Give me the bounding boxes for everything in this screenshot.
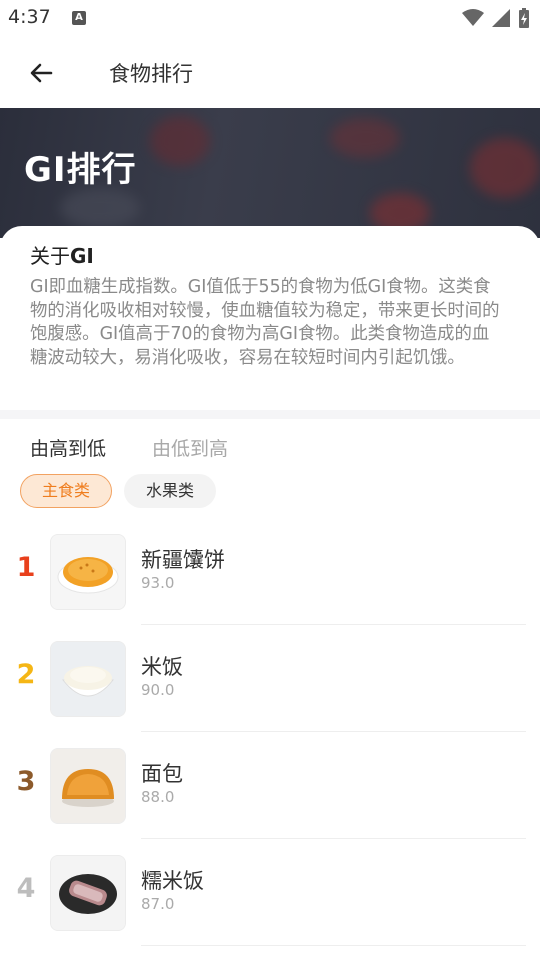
back-arrow-icon[interactable]	[26, 58, 56, 88]
section-divider	[0, 410, 540, 419]
sort-high-to-low-tab[interactable]: 由高到低	[30, 434, 106, 461]
hero-decoration	[330, 118, 400, 158]
rank-number: 1	[16, 552, 36, 583]
row-divider	[141, 731, 526, 732]
row-divider	[141, 945, 526, 946]
row-divider	[141, 838, 526, 839]
row-divider	[141, 624, 526, 625]
rank-number: 4	[16, 873, 36, 904]
list-item[interactable]: 1 新疆馕饼 93.0	[0, 534, 540, 641]
status-icons	[462, 8, 530, 28]
list-item[interactable]: 4 糯米饭 87.0	[0, 855, 540, 962]
about-gi-card: 关于GI GI即血糖生成指数。GI值低于55的食物为低GI食物。这类食物的消化吸…	[0, 226, 540, 412]
status-time: 4:37	[8, 6, 51, 28]
battery-charging-icon	[519, 8, 529, 28]
rice-bowl-image	[50, 641, 126, 717]
food-name: 面包	[141, 762, 183, 786]
category-chip-staple[interactable]: 主食类	[20, 474, 112, 508]
wifi-icon	[462, 9, 484, 26]
hero-title: GI排行	[24, 150, 137, 190]
app-bar: 食物排行	[0, 36, 540, 108]
food-name: 新疆馕饼	[141, 548, 225, 572]
sort-low-to-high-tab[interactable]: 由低到高	[152, 434, 228, 461]
cell-signal-icon	[492, 9, 510, 27]
gi-value: 93.0	[141, 574, 175, 592]
category-chip-fruit[interactable]: 水果类	[124, 474, 216, 508]
rank-number: 2	[16, 659, 36, 690]
list-item[interactable]: 2 米饭 90.0	[0, 641, 540, 748]
food-name: 米饭	[141, 655, 183, 679]
food-name: 糯米饭	[141, 869, 204, 893]
about-title: 关于GI	[30, 244, 94, 268]
gi-value: 87.0	[141, 895, 175, 913]
status-bar: 4:37 A	[0, 0, 540, 36]
naan-bread-image	[50, 534, 126, 610]
hero-banner: GI排行	[0, 108, 540, 238]
bread-bun-image	[50, 748, 126, 824]
about-description: GI即血糖生成指数。GI值低于55的食物为低GI食物。这类食物的消化吸收相对较慢…	[30, 277, 500, 368]
gi-value: 88.0	[141, 788, 175, 806]
rank-number: 3	[16, 766, 36, 797]
hero-decoration	[150, 116, 210, 166]
page-title: 食物排行	[109, 62, 193, 86]
notification-a-icon: A	[72, 11, 86, 25]
sticky-rice-image	[50, 855, 126, 931]
gi-value: 90.0	[141, 681, 175, 699]
hero-decoration	[470, 138, 540, 198]
hero-decoration	[60, 188, 140, 228]
list-item[interactable]: 3 面包 88.0	[0, 748, 540, 855]
